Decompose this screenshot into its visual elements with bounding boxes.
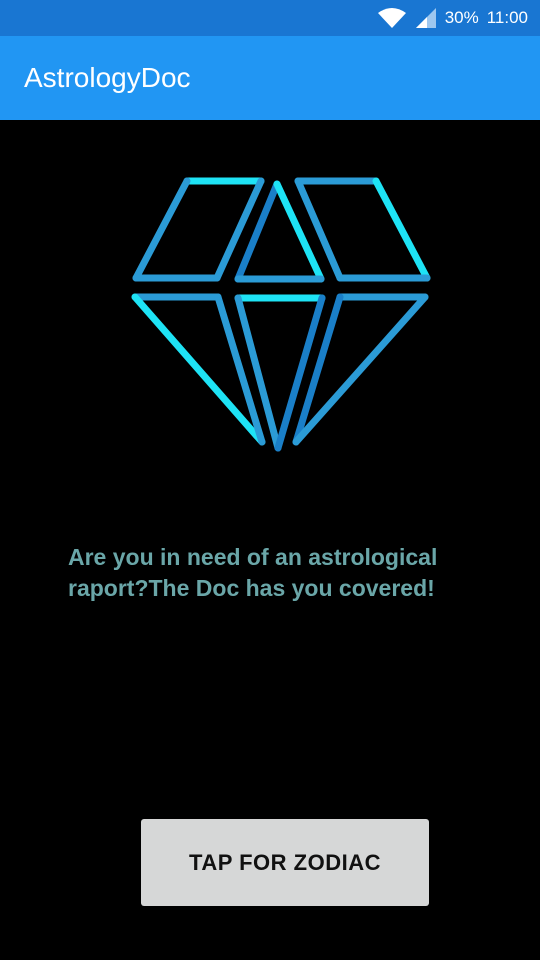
status-indicators: 30% 11:00 [377, 0, 528, 36]
status-bar: 30% 11:00 [0, 0, 540, 36]
clock: 11:00 [486, 8, 528, 27]
tap-for-zodiac-button[interactable]: TAP FOR ZODIAC [141, 819, 429, 906]
app-bar: AstrologyDoc [0, 36, 540, 120]
main-content: Are you in need of an astrological rapor… [0, 120, 540, 960]
diamond-icon [131, 177, 431, 452]
wifi-icon [377, 7, 407, 29]
battery-text: 30% [444, 8, 479, 27]
app-title: AstrologyDoc [24, 62, 191, 93]
cell-signal-icon [415, 7, 437, 29]
tagline-text: Are you in need of an astrological rapor… [68, 544, 438, 601]
